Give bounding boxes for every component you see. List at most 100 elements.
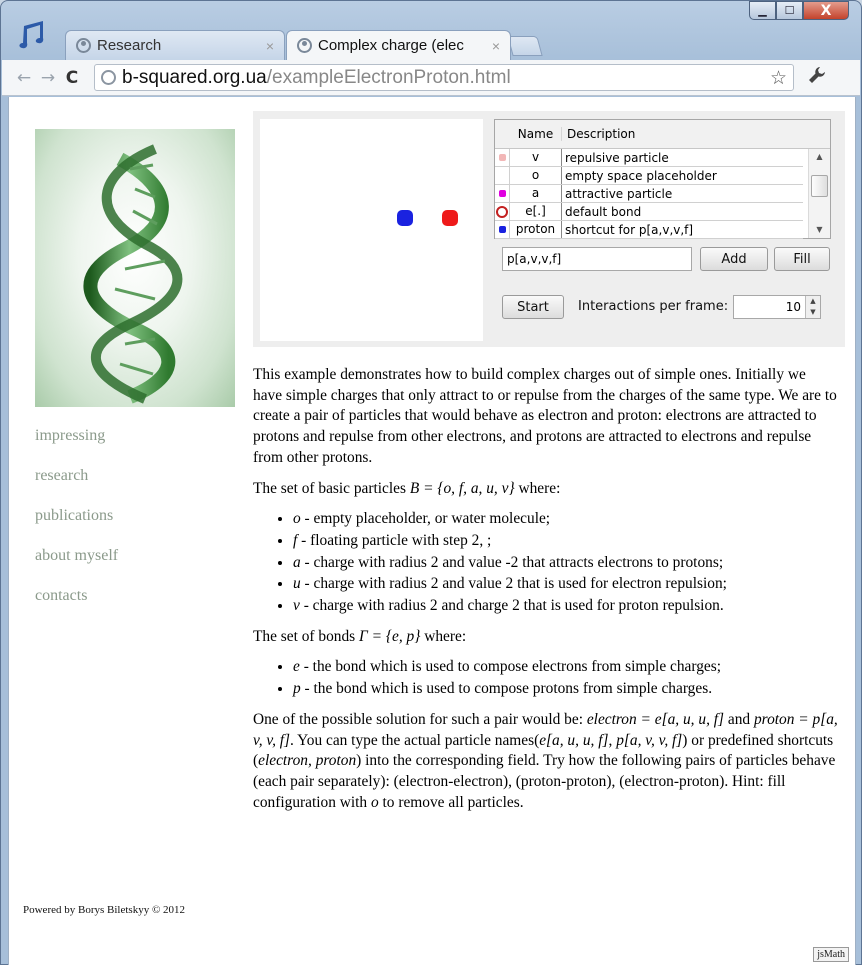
table-row[interactable]: v repulsive particle <box>495 149 803 167</box>
table-row[interactable]: proton shortcut for p[a,v,v,f] <box>495 221 803 239</box>
row-description: shortcut for p[a,v,v,f] <box>565 222 694 237</box>
scroll-down-icon[interactable]: ▼ <box>809 222 830 238</box>
row-swatch-cell <box>495 221 510 238</box>
row-swatch-cell <box>495 185 510 202</box>
nav-link-impressing[interactable]: impressing <box>35 425 118 465</box>
star-icon[interactable]: ☆ <box>770 67 787 89</box>
column-header-description[interactable]: Description <box>562 127 635 141</box>
add-button[interactable]: Add <box>700 247 768 271</box>
basic-particle-item: v - charge with radius 2 and charge 2 th… <box>293 596 838 617</box>
address-bar[interactable]: b-squared.org.ua/exampleElectronProton.h… <box>94 64 794 91</box>
row-description: default bond <box>565 204 642 219</box>
list-item-symbol: e <box>293 658 300 676</box>
spinner-up-icon[interactable]: ▲ <box>806 296 820 307</box>
simulation-canvas[interactable] <box>260 119 483 341</box>
solution-formula: electron, proton <box>258 752 357 770</box>
tab-close-icon[interactable]: × <box>266 38 274 54</box>
bonds-suffix: where: <box>420 627 467 645</box>
basic-particles-list: o - empty placeholder, or water molecule… <box>253 509 838 617</box>
particle-table: Name Description v repulsive particle o emp… <box>494 119 831 239</box>
row-name: v <box>510 149 562 166</box>
globe-icon <box>76 38 91 53</box>
nav-link-contacts[interactable]: contacts <box>35 585 118 625</box>
close-button[interactable]: X <box>803 1 849 20</box>
window-controls: ▁ ☐ X <box>749 1 849 20</box>
list-item-symbol: o <box>293 510 301 528</box>
nav-link-about-myself[interactable]: about myself <box>35 545 118 585</box>
particle-color-icon <box>498 190 506 197</box>
list-item-text: - the bond which is used to compose elec… <box>299 658 721 676</box>
url-host: b-squared.org.ua <box>122 66 267 88</box>
fill-button[interactable]: Fill <box>774 247 830 271</box>
row-description: empty space placeholder <box>565 168 717 183</box>
table-row[interactable]: a attractive particle <box>495 185 803 203</box>
list-item-text: - empty placeholder, or water molecule; <box>300 510 551 528</box>
bond-item: e - the bond which is used to compose el… <box>293 657 838 678</box>
start-button[interactable]: Start <box>502 295 564 319</box>
bonds-text: The set of bonds <box>253 627 360 645</box>
basic-set-paragraph: The set of basic particles B = {o, f, a,… <box>253 479 838 500</box>
particle-electron <box>442 210 458 226</box>
particle-color-icon <box>498 154 506 161</box>
browser-toolbar: ← → C b-squared.org.ua/exampleElectronPr… <box>2 60 860 96</box>
row-name: proton <box>510 221 562 238</box>
page-viewport: impressing research publications about m… <box>8 97 856 965</box>
list-item-symbol: p <box>293 680 301 698</box>
particle-color-icon <box>498 226 506 233</box>
dna-helix-image <box>35 129 235 407</box>
back-button[interactable]: ← <box>12 68 36 88</box>
new-tab-button[interactable] <box>507 36 543 56</box>
list-item-symbol: a <box>293 553 301 571</box>
list-item-symbol: v <box>293 597 300 615</box>
basic-particle-item: f - floating particle with step 2, ; <box>293 531 838 552</box>
spinner-arrows[interactable]: ▲ ▼ <box>805 296 820 318</box>
maximize-button[interactable]: ☐ <box>776 1 803 20</box>
particle-formula-input[interactable]: p[a,v,v,f] <box>502 247 692 271</box>
tab-close-icon[interactable]: × <box>492 38 500 54</box>
simulation-applet: Name Description v repulsive particle o emp… <box>253 111 845 347</box>
bonds-paragraph: The set of bonds Γ = {e, p} where: <box>253 627 838 648</box>
table-body: v repulsive particle o empty space placehol… <box>495 149 830 239</box>
spinner-value[interactable]: 10 <box>734 296 805 318</box>
basic-set-text: The set of basic particles <box>253 479 410 497</box>
reload-button[interactable]: C <box>60 68 84 88</box>
list-item-text: - the bond which is used to compose prot… <box>300 680 713 698</box>
table-row[interactable]: e[.] default bond <box>495 203 803 221</box>
table-header: Name Description <box>495 120 830 149</box>
nav-link-research[interactable]: research <box>35 465 118 505</box>
wrench-icon[interactable] <box>808 66 826 89</box>
solution-formula: e[a, u, u, f] <box>539 731 609 749</box>
spinner-down-icon[interactable]: ▼ <box>806 307 820 318</box>
interactions-per-frame-spinner[interactable]: 10 ▲ ▼ <box>733 295 821 319</box>
scroll-up-icon[interactable]: ▲ <box>809 149 830 165</box>
page-icon <box>101 70 116 85</box>
row-name: o <box>510 167 562 184</box>
solution-formula: electron = e[a, u, u, f] <box>586 710 725 728</box>
table-row[interactable]: o empty space placeholder <box>495 167 803 185</box>
nav-link-publications[interactable]: publications <box>35 505 118 545</box>
list-item-text: - floating particle with step 2, ; <box>297 531 492 549</box>
url-path: /exampleElectronProton.html <box>266 66 511 88</box>
scroll-thumb[interactable] <box>811 175 828 197</box>
globe-icon <box>297 38 312 53</box>
title-bar: Research × Complex charge (elec × ▁ ☐ X <box>1 1 861 63</box>
particle-proton <box>397 210 413 226</box>
tab-complex-charge[interactable]: Complex charge (elec × <box>286 30 511 60</box>
music-note-icon <box>19 21 44 49</box>
column-header-name[interactable]: Name <box>510 127 562 141</box>
interactions-per-frame-label: Interactions per frame: <box>578 299 729 314</box>
minimize-button[interactable]: ▁ <box>749 1 776 20</box>
solution-formula: o <box>370 793 379 811</box>
jsmath-badge[interactable]: jsMath <box>813 947 849 962</box>
solution-text: . You can type the actual particle names… <box>290 731 540 749</box>
basic-particle-item: o - empty placeholder, or water molecule… <box>293 509 838 530</box>
tab-research[interactable]: Research × <box>65 30 285 60</box>
basic-set-formula: B = {o, f, a, u, v} <box>409 479 515 497</box>
basic-set-suffix: where: <box>514 479 561 497</box>
dna-helix-graphic <box>83 144 183 404</box>
forward-button[interactable]: → <box>36 68 60 88</box>
table-scrollbar[interactable]: ▲ ▼ <box>808 149 830 238</box>
bond-ring-icon <box>496 205 508 218</box>
solution-text: and <box>724 710 754 728</box>
list-item-text: - charge with radius 2 and value 2 that … <box>300 575 727 593</box>
